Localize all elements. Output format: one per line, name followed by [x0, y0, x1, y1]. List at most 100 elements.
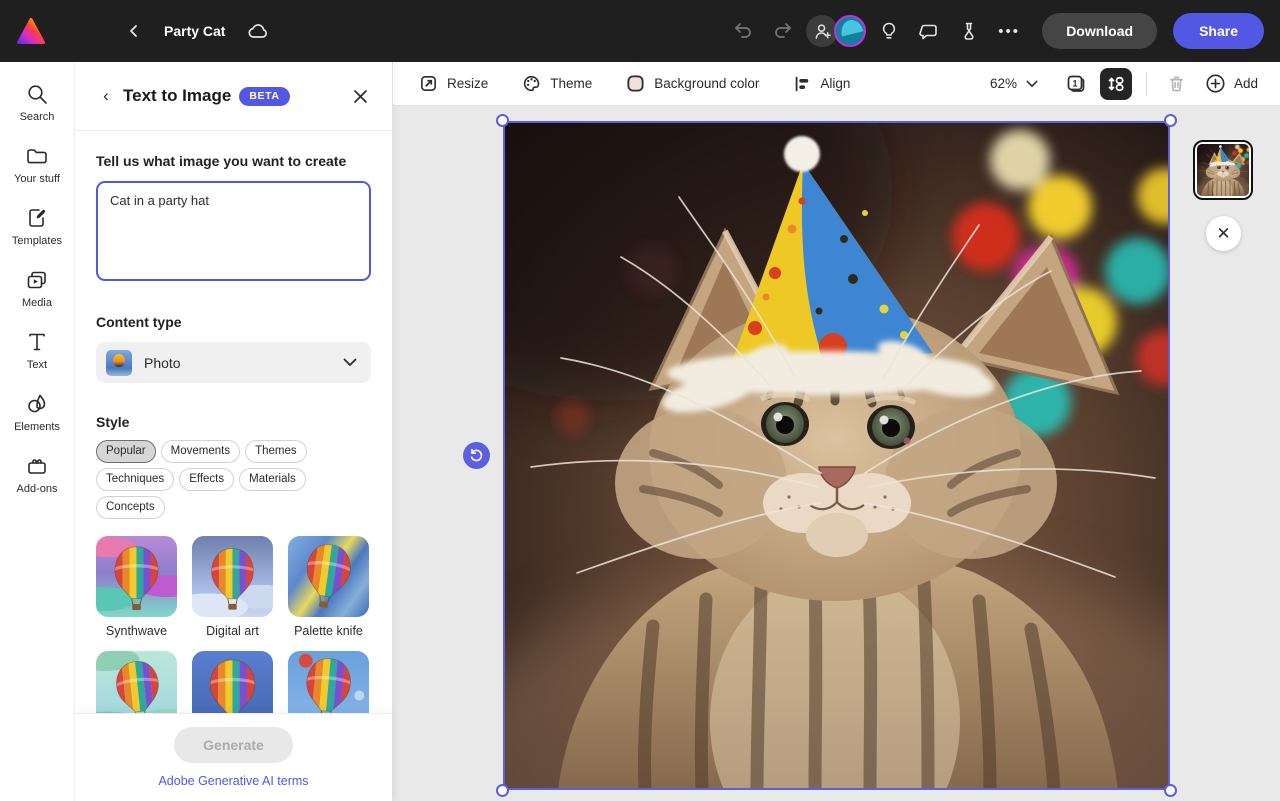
layers-arrange-icon — [1106, 74, 1126, 94]
layers-button[interactable] — [1100, 68, 1132, 100]
chevron-down-icon — [343, 358, 357, 367]
rotate-handle[interactable] — [463, 442, 490, 469]
ellipsis-icon: ••• — [998, 23, 1020, 40]
style-option-palette-knife[interactable]: Palette knife — [288, 536, 369, 638]
svg-text:1: 1 — [1072, 78, 1077, 88]
left-sidebar: Search Your stuff Templates Media Text E… — [0, 62, 75, 801]
style-tab-popular[interactable]: Popular — [96, 440, 156, 463]
background-color-swatch-icon — [626, 74, 645, 93]
beta-badge: BETA — [239, 87, 289, 106]
sidebar-item-your-stuff[interactable]: Your stuff — [4, 138, 70, 191]
chevron-down-icon — [1026, 80, 1038, 88]
add-person-icon — [813, 22, 832, 41]
template-icon — [25, 206, 49, 230]
style-tab-movements[interactable]: Movements — [161, 440, 240, 463]
style-option-5[interactable] — [192, 651, 273, 713]
delete-button[interactable] — [1161, 68, 1193, 100]
panel-footer: Generate Adobe Generative AI terms — [75, 713, 392, 801]
align-icon — [793, 75, 811, 93]
sidebar-item-text[interactable]: Text — [4, 324, 70, 377]
close-icon — [353, 89, 368, 104]
content-type-thumbnail — [106, 350, 132, 376]
adobe-express-logo-icon[interactable] — [16, 16, 46, 46]
delete-page-button[interactable]: ✕ — [1206, 216, 1241, 251]
back-button[interactable] — [120, 17, 148, 45]
prompt-input[interactable]: Cat in a party hat — [96, 181, 371, 281]
style-tab-themes[interactable]: Themes — [245, 440, 307, 463]
generative-ai-terms-link[interactable]: Adobe Generative AI terms — [158, 774, 308, 788]
sidebar-item-templates[interactable]: Templates — [4, 200, 70, 253]
theme-palette-icon — [522, 74, 541, 93]
panel-content: Tell us what image you want to create Ca… — [75, 131, 392, 713]
beta-labs-button[interactable] — [952, 14, 986, 48]
context-toolbar: Resize Theme Background color Align 62% — [393, 62, 1280, 106]
comments-button[interactable] — [912, 14, 946, 48]
content-type-heading: Content type — [96, 314, 371, 330]
undo-button[interactable] — [726, 14, 760, 48]
chevron-left-icon — [126, 23, 142, 39]
panel-title: Text to Image — [123, 86, 231, 106]
rotate-icon — [469, 448, 484, 463]
folder-icon — [25, 144, 49, 168]
resize-handle-top-right[interactable] — [1164, 114, 1177, 127]
redo-icon — [773, 22, 793, 40]
panel-header: ‹ Text to Image BETA — [75, 62, 392, 131]
resize-button[interactable]: Resize — [419, 74, 488, 93]
pages-button[interactable]: 1 — [1060, 68, 1092, 100]
style-option-digital-art[interactable]: Digital art — [192, 536, 273, 638]
shapes-icon — [25, 392, 49, 416]
canvas-workspace: Resize Theme Background color Align 62% — [393, 62, 1280, 801]
plus-circle-icon — [1205, 73, 1226, 94]
pages-icon: 1 — [1065, 73, 1087, 95]
media-icon — [25, 268, 49, 292]
sidebar-item-elements[interactable]: Elements — [4, 386, 70, 439]
style-tab-techniques[interactable]: Techniques — [96, 468, 174, 491]
content-type-value: Photo — [144, 355, 181, 371]
lightbulb-icon — [879, 21, 899, 41]
cloud-sync-icon[interactable] — [243, 16, 273, 46]
resize-icon — [419, 74, 438, 93]
share-button[interactable]: Share — [1173, 13, 1264, 49]
style-tab-materials[interactable]: Materials — [239, 468, 306, 491]
text-to-image-panel: ‹ Text to Image BETA Tell us what image … — [75, 62, 393, 801]
style-heading: Style — [96, 414, 371, 430]
prompt-heading: Tell us what image you want to create — [96, 153, 371, 169]
zoom-level-dropdown[interactable]: 62% — [990, 76, 1038, 91]
style-tabs: Popular Movements Themes Techniques Effe… — [96, 440, 356, 519]
zoom-level-value: 62% — [990, 76, 1017, 91]
content-type-dropdown[interactable]: Photo — [96, 342, 371, 383]
sidebar-item-add-ons[interactable]: Add-ons — [4, 448, 70, 501]
background-color-button[interactable]: Background color — [626, 74, 759, 93]
page-thumbnail-image — [1197, 144, 1249, 196]
add-ons-icon — [25, 454, 49, 478]
document-title: Party Cat — [164, 23, 225, 39]
style-tab-effects[interactable]: Effects — [179, 468, 234, 491]
panel-back-button[interactable]: ‹ — [93, 83, 119, 109]
user-avatar[interactable] — [834, 15, 866, 47]
align-button[interactable]: Align — [793, 75, 850, 93]
style-option-6[interactable] — [288, 651, 369, 713]
ideas-button[interactable] — [872, 14, 906, 48]
search-icon — [25, 82, 49, 106]
text-icon — [25, 330, 49, 354]
flask-icon — [959, 21, 979, 41]
sidebar-item-search[interactable]: Search — [4, 76, 70, 129]
toolbar-divider — [1146, 72, 1147, 96]
redo-button[interactable] — [766, 14, 800, 48]
page-thumbnail[interactable] — [1193, 140, 1253, 200]
download-button[interactable]: Download — [1042, 13, 1157, 49]
style-tab-concepts[interactable]: Concepts — [96, 496, 165, 519]
theme-button[interactable]: Theme — [522, 74, 592, 93]
canvas-selected-image[interactable] — [503, 121, 1170, 790]
add-button[interactable]: Add — [1205, 73, 1258, 94]
sidebar-item-media[interactable]: Media — [4, 262, 70, 315]
style-option-synthwave[interactable]: Synthwave — [96, 536, 177, 638]
resize-handle-top-left[interactable] — [496, 114, 509, 127]
style-option-4[interactable] — [96, 651, 177, 713]
generate-button[interactable]: Generate — [174, 727, 293, 763]
resize-handle-bottom-left[interactable] — [496, 784, 509, 797]
style-thumbnails: Synthwave Digital art Palette knife — [96, 536, 371, 713]
resize-handle-bottom-right[interactable] — [1164, 784, 1177, 797]
panel-close-button[interactable] — [346, 82, 374, 110]
more-options-button[interactable]: ••• — [992, 14, 1026, 48]
